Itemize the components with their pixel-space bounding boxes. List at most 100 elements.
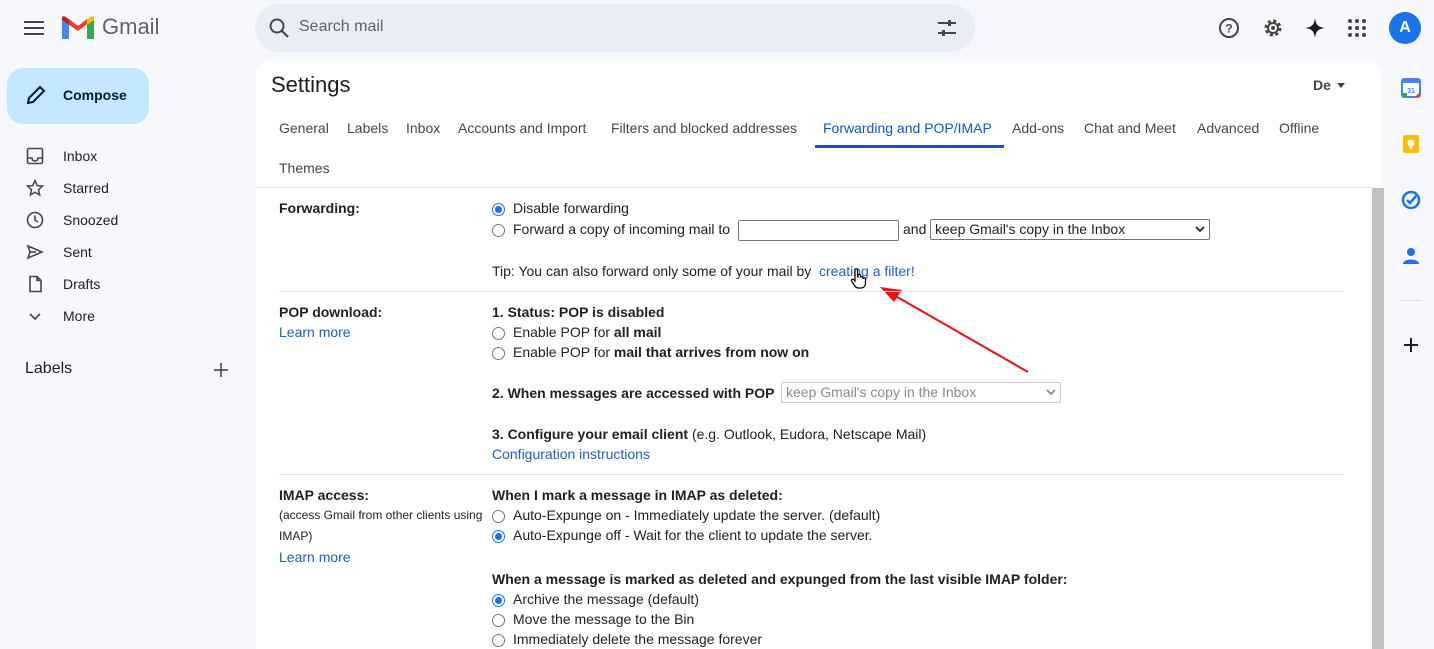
nav-item-snoozed[interactable]: Snoozed [0,204,250,236]
forwarding-label: Forwarding: [279,200,360,216]
main-menu-button[interactable] [14,8,54,48]
tab-offline[interactable]: Offline [1271,120,1327,160]
search-input[interactable]: Search mail [299,18,383,36]
configuration-instructions-link[interactable]: Configuration instructions [492,446,650,462]
imap-mark-deleted-heading: When I mark a message in IMAP as deleted… [492,487,783,503]
search-options-icon[interactable] [935,16,959,40]
star-icon [26,179,44,197]
keep-icon [1403,135,1419,153]
search-bar[interactable]: Search mail [255,4,975,52]
draft-icon [29,275,42,293]
forward-action-select[interactable]: keep Gmail's copy in the Inbox [930,219,1210,240]
rail-divider [1400,300,1422,301]
account-avatar[interactable]: A [1389,12,1421,44]
forward-address-input[interactable] [738,220,899,241]
configure-client: 3. Configure your email client (e.g. Out… [492,426,926,442]
tab-chat-and-meet[interactable]: Chat and Meet [1076,120,1184,160]
delete-forever-radio[interactable] [492,634,505,647]
pop-status: 1. Status: POP is disabled [492,304,665,320]
enable-pop-all-bold: all mail [613,324,662,340]
auto-expunge-off-label[interactable]: Auto-Expunge off - Wait for the client t… [513,527,873,543]
chevron-down-icon [1195,226,1205,233]
send-icon [26,244,44,260]
contacts-app-button[interactable] [1400,245,1422,267]
nav-item-starred[interactable]: Starred [0,172,250,204]
imap-expunged-heading: When a message is marked as deleted and … [492,571,1068,587]
tab-inbox[interactable]: Inbox [398,120,448,160]
nav-label: Sent [63,244,92,260]
tasks-icon [1401,190,1421,210]
gmail-m-icon [62,16,94,39]
enable-pop-now-radio[interactable] [492,347,505,360]
calendar-icon: 31 [1401,78,1421,98]
keep-app-button[interactable] [1400,133,1422,155]
imap-learn-more-link[interactable]: Learn more [279,549,351,565]
settings-scrollbar[interactable] [1372,188,1384,649]
forward-copy-radio[interactable] [492,224,505,237]
auto-expunge-on-label[interactable]: Auto-Expunge on - Immediately update the… [513,507,880,523]
sparkle-icon [1305,18,1325,38]
red-arrow-annotation-icon [880,287,1029,373]
enable-pop-all-prefix: Enable POP for [513,324,611,340]
nav-label: Starred [63,180,109,196]
compose-button[interactable]: Compose [7,68,149,124]
pop-download-label: POP download: [279,304,383,320]
tab-add-ons[interactable]: Add-ons [1004,120,1072,160]
tab-forwarding-pop-imap[interactable]: Forwarding and POP/IMAP [815,120,1000,160]
hamburger-menu-icon [24,21,44,35]
pop-access-select[interactable]: keep Gmail's copy in the Inbox [781,382,1061,403]
disable-forwarding-label[interactable]: Disable forwarding [513,200,629,216]
tab-general[interactable]: General [271,120,337,160]
forward-copy-label[interactable]: Forward a copy of incoming mail to [513,221,730,237]
input-tools-button[interactable]: De [1313,77,1345,93]
pop-accessed-label: 2. When messages are accessed with POP [492,385,775,401]
enable-pop-now-label[interactable]: Enable POP for mail that arrives from no… [513,344,809,360]
archive-message-radio[interactable] [492,594,505,607]
calendar-app-button[interactable]: 31 [1400,77,1422,99]
search-icon[interactable] [267,16,291,40]
gmail-logo[interactable]: Gmail [62,14,159,40]
nav-label: Inbox [63,148,98,164]
labels-heading: Labels [25,360,73,377]
delete-forever-label[interactable]: Immediately delete the message forever [513,631,762,647]
tab-filters[interactable]: Filters and blocked addresses [603,120,805,160]
apps-button[interactable] [1337,8,1377,48]
archive-message-label[interactable]: Archive the message (default) [513,591,699,607]
nav-item-more[interactable]: More [0,300,250,332]
move-to-bin-label[interactable]: Move the message to the Bin [513,611,694,627]
enable-pop-all-label[interactable]: Enable POP for all mail [513,324,661,340]
pop-access-value: keep Gmail's copy in the Inbox [786,384,977,400]
nav-item-drafts[interactable]: Drafts [0,268,250,300]
pop-learn-more-link[interactable]: Learn more [279,324,351,340]
language-label: De [1313,77,1331,93]
settings-button[interactable] [1253,8,1293,48]
disable-forwarding-radio[interactable] [492,203,505,216]
gear-icon [1264,19,1282,37]
move-to-bin-radio[interactable] [492,614,505,627]
nav-item-sent[interactable]: Sent [0,236,250,268]
tasks-app-button[interactable] [1400,189,1422,211]
compose-label: Compose [63,87,127,103]
tab-themes[interactable]: Themes [271,160,338,200]
enable-pop-all-radio[interactable] [492,327,505,340]
plus-icon [1404,338,1418,352]
chevron-down-icon [1046,389,1056,396]
tab-advanced[interactable]: Advanced [1189,120,1267,160]
nav-item-inbox[interactable]: Inbox [0,140,250,172]
tab-labels[interactable]: Labels [339,120,396,160]
active-tab-indicator [815,145,1004,148]
tab-accounts-and-import[interactable]: Accounts and Import [450,120,594,160]
configure-client-rest: (e.g. Outlook, Eudora, Netscape Mail) [691,426,927,442]
auto-expunge-off-radio[interactable] [492,530,505,543]
plus-icon[interactable] [211,360,231,380]
support-button[interactable]: ? [1209,8,1249,48]
auto-expunge-on-radio[interactable] [492,510,505,523]
clock-icon [26,211,44,229]
imap-sub-label: (access Gmail from other clients using I… [279,508,483,543]
gemini-button[interactable] [1295,8,1335,48]
hand-cursor-icon [850,268,867,289]
get-addons-button[interactable] [1400,334,1422,356]
section-divider [279,291,1343,292]
tabs-divider [256,187,1372,188]
inbox-icon [26,147,44,165]
